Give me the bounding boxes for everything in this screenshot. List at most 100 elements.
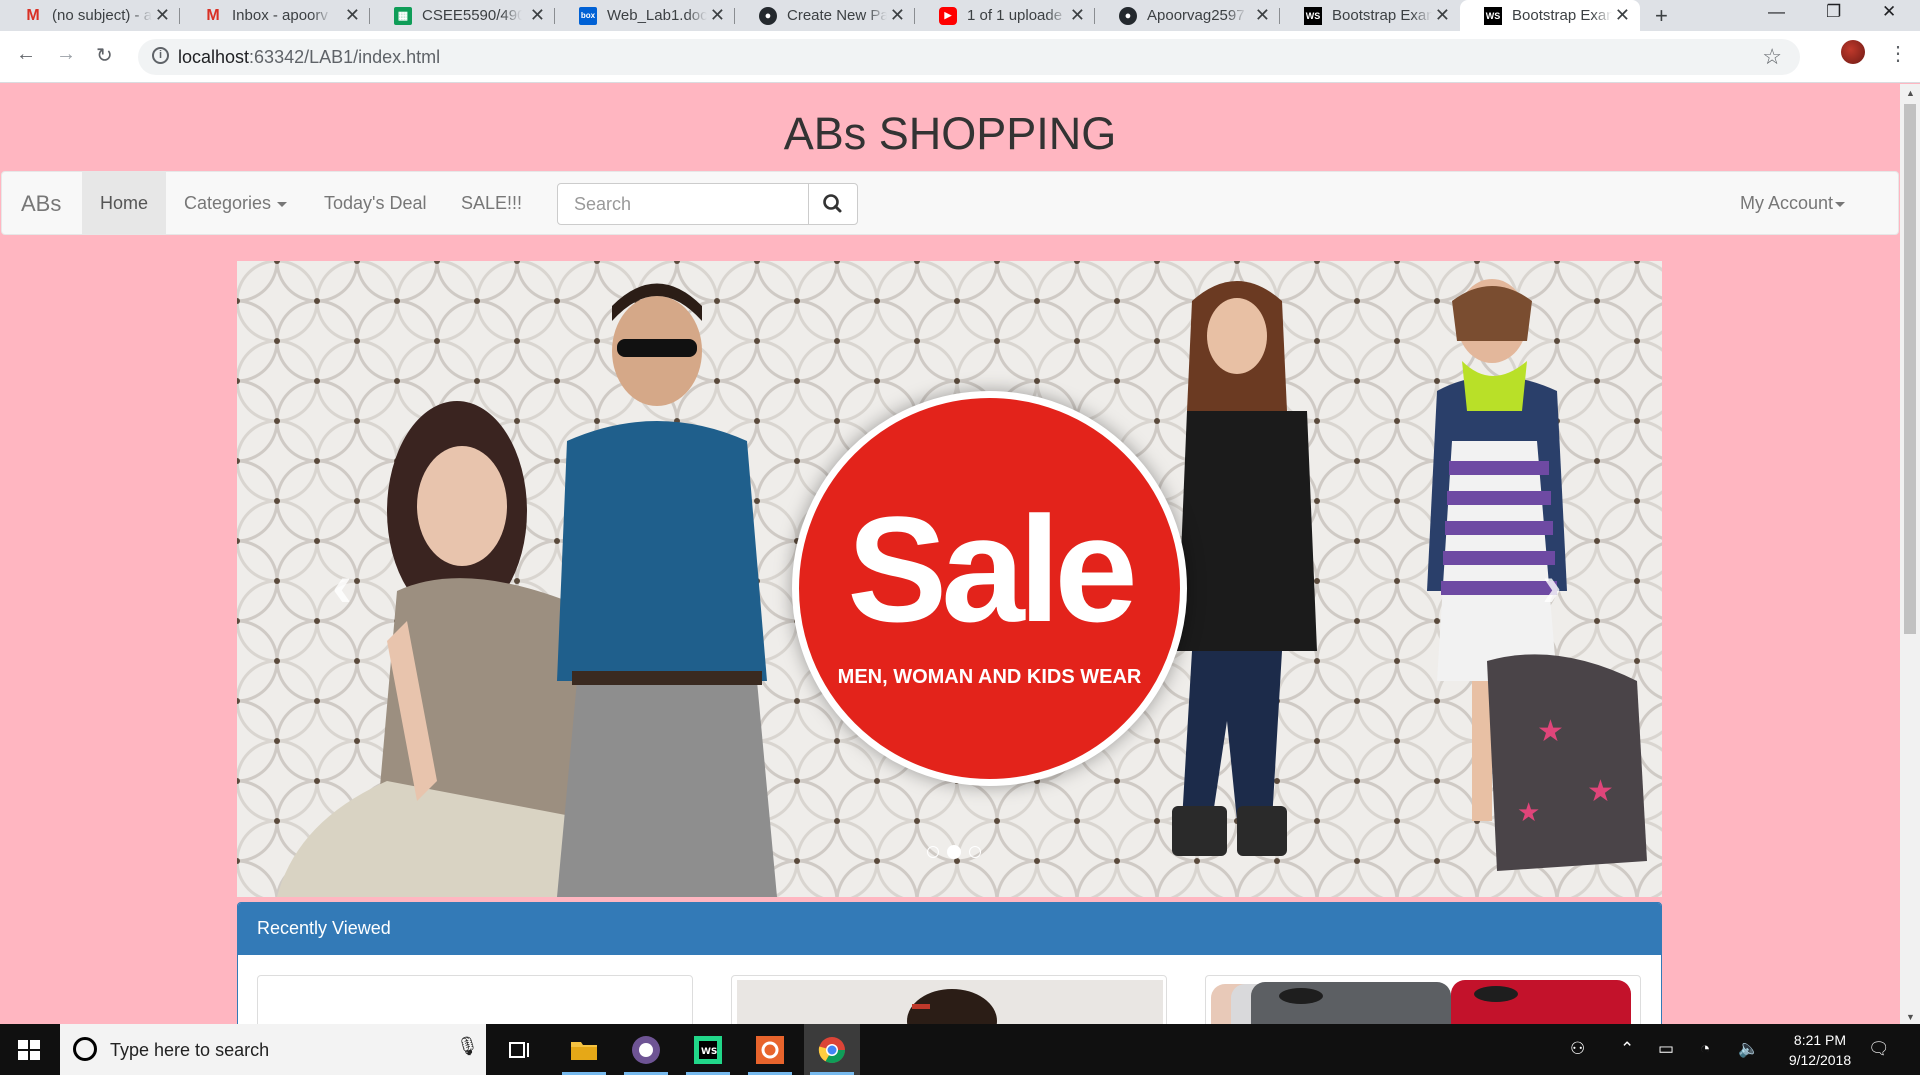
nav-categories-dropdown[interactable]: Categories bbox=[166, 172, 305, 234]
forward-arrow-icon[interactable]: → bbox=[56, 43, 76, 66]
close-icon[interactable]: ✕ bbox=[155, 5, 170, 26]
site-title: ABs SHOPPING bbox=[783, 108, 1117, 159]
panel-heading: Recently Viewed bbox=[238, 903, 1661, 955]
browser-tab[interactable]: ● Create New Pa ✕ bbox=[735, 0, 915, 31]
people-icon[interactable]: ⚇ bbox=[1570, 1039, 1585, 1059]
battery-icon[interactable]: ▭ bbox=[1658, 1039, 1674, 1059]
file-explorer-icon[interactable] bbox=[556, 1024, 612, 1075]
cortana-icon[interactable] bbox=[73, 1037, 97, 1061]
chrome-icon[interactable] bbox=[804, 1024, 860, 1075]
browser-tab[interactable]: ● Apoorvag2597 ✕ bbox=[1095, 0, 1280, 31]
nav-todays-deal-label: Today's Deal bbox=[324, 193, 427, 213]
nav-home[interactable]: Home bbox=[82, 172, 167, 234]
minimize-icon[interactable]: — bbox=[1768, 2, 1785, 22]
carousel-next-icon[interactable]: › bbox=[1542, 551, 1562, 620]
search-icon bbox=[823, 194, 842, 213]
browser-tab-strip: M (no subject) - a ✕ M Inbox - apoorv ✕ … bbox=[0, 0, 1920, 31]
close-icon[interactable]: ✕ bbox=[1255, 5, 1270, 26]
close-icon[interactable]: ✕ bbox=[890, 5, 905, 26]
tab-title: Bootstrap Exan bbox=[1332, 7, 1432, 24]
svg-text:★: ★ bbox=[1537, 714, 1564, 749]
browser-tab[interactable]: WS Bootstrap Exan ✕ bbox=[1280, 0, 1460, 31]
tab-title: Create New Pa bbox=[787, 7, 887, 24]
sale-word: Sale bbox=[847, 485, 1138, 653]
sale-carousel: ★ ★ ★ Sale MEN, WOMAN AND KIDS WEAR ‹ › bbox=[237, 261, 1662, 897]
close-icon[interactable]: ✕ bbox=[345, 5, 360, 26]
tool-app-icon[interactable] bbox=[742, 1024, 798, 1075]
gmail-icon: M bbox=[206, 6, 220, 24]
address-bar[interactable]: i localhost:63342/LAB1/index.html ☆ bbox=[138, 39, 1800, 75]
url-text[interactable]: localhost:63342/LAB1/index.html bbox=[178, 47, 440, 68]
close-icon[interactable]: ✕ bbox=[1615, 5, 1630, 26]
restore-icon[interactable]: ❐ bbox=[1826, 2, 1841, 22]
close-icon[interactable]: ✕ bbox=[530, 5, 545, 26]
task-view-icon[interactable] bbox=[492, 1024, 548, 1075]
caret-down-icon bbox=[277, 201, 288, 207]
tab-title: 1 of 1 uploade bbox=[967, 7, 1063, 24]
kebab-menu-icon[interactable]: ⋮ bbox=[1888, 41, 1908, 66]
product-thumbnail[interactable] bbox=[257, 975, 693, 1024]
webstorm-icon: WS bbox=[1484, 6, 1502, 25]
info-icon[interactable]: i bbox=[152, 47, 169, 64]
taskbar-clock[interactable]: 8:21 PM 9/12/2018 bbox=[1770, 1030, 1870, 1070]
carousel-prev-icon[interactable]: ‹ bbox=[332, 551, 352, 620]
scroll-down-arrow-icon[interactable]: ▼ bbox=[1906, 1012, 1915, 1022]
product-thumbnail[interactable] bbox=[731, 975, 1167, 1024]
search-button[interactable] bbox=[808, 183, 858, 225]
windows-start-icon[interactable] bbox=[18, 1040, 40, 1060]
navbar-brand[interactable]: ABs bbox=[21, 191, 61, 217]
github-icon: ● bbox=[1119, 6, 1137, 25]
site-navbar: ABs Home Categories Today's Deal SALE!!!… bbox=[1, 171, 1899, 235]
taskbar-search-box[interactable]: Type here to search 🎙 bbox=[60, 1024, 486, 1075]
browser-tab[interactable]: M Inbox - apoorv ✕ bbox=[180, 0, 370, 31]
product-image-model bbox=[737, 980, 1163, 1024]
browser-tab[interactable]: M (no subject) - a ✕ bbox=[0, 0, 180, 31]
nav-sale-label: SALE!!! bbox=[461, 193, 523, 213]
close-icon[interactable]: ✕ bbox=[1070, 5, 1085, 26]
nav-todays-deal[interactable]: Today's Deal bbox=[306, 172, 445, 234]
carousel-indicators bbox=[927, 845, 981, 859]
notifications-icon[interactable]: 🗨 bbox=[1868, 1039, 1890, 1059]
sale-subtitle: MEN, WOMAN AND KIDS WEAR bbox=[837, 666, 1142, 688]
recently-viewed-panel: Recently Viewed bbox=[237, 902, 1662, 1024]
browser-tab[interactable]: box Web_Lab1.docx ✕ bbox=[555, 0, 735, 31]
chevron-up-icon[interactable]: ⌃ bbox=[1620, 1039, 1634, 1059]
close-icon[interactable]: ✕ bbox=[710, 5, 725, 26]
carousel-indicator[interactable] bbox=[927, 846, 939, 858]
back-arrow-icon[interactable]: ← bbox=[16, 43, 36, 66]
microphone-icon[interactable]: 🎙 bbox=[456, 1036, 479, 1057]
new-tab-plus-icon[interactable]: + bbox=[1655, 3, 1668, 29]
product-image-phones bbox=[1211, 980, 1631, 1024]
sheets-icon: ▦ bbox=[394, 6, 412, 25]
page-viewport: ABs SHOPPING ABs Home Categories Today's… bbox=[0, 84, 1900, 1024]
search-input[interactable] bbox=[557, 183, 809, 225]
carousel-indicator-active[interactable] bbox=[947, 845, 961, 859]
tab-title: Bootstrap Exan bbox=[1512, 7, 1612, 24]
profile-avatar[interactable] bbox=[1841, 40, 1865, 64]
bookmark-star-icon[interactable]: ☆ bbox=[1762, 44, 1782, 70]
browser-tab[interactable]: ▦ CSEE5590/490 ✕ bbox=[370, 0, 555, 31]
carousel-indicator[interactable] bbox=[969, 846, 981, 858]
page-scrollbar[interactable]: ▲ ▼ bbox=[1900, 84, 1920, 1024]
youtube-icon: ▶ bbox=[939, 6, 957, 25]
nav-categories-label: Categories bbox=[184, 193, 272, 213]
nav-sale[interactable]: SALE!!! bbox=[443, 172, 540, 234]
wifi-icon[interactable]: ◔ bbox=[1700, 1039, 1710, 1059]
browser-tab[interactable]: ▶ 1 of 1 uploade ✕ bbox=[915, 0, 1095, 31]
scroll-up-arrow-icon[interactable]: ▲ bbox=[1906, 88, 1915, 98]
reload-icon[interactable]: ↻ bbox=[96, 43, 113, 68]
product-thumbnail[interactable] bbox=[1205, 975, 1641, 1024]
webstorm-app-icon[interactable]: WS bbox=[680, 1024, 736, 1075]
taskbar-search-text[interactable]: Type here to search bbox=[110, 1040, 269, 1061]
my-account-dropdown[interactable]: My Account bbox=[1740, 172, 1846, 234]
volume-icon[interactable]: 🔈 bbox=[1738, 1039, 1759, 1059]
clock-date: 9/12/2018 bbox=[1788, 1052, 1852, 1068]
close-icon[interactable]: ✕ bbox=[1435, 5, 1450, 26]
github-desktop-icon[interactable] bbox=[618, 1024, 674, 1075]
tab-title: Apoorvag2597 bbox=[1147, 7, 1245, 24]
windows-taskbar: Type here to search 🎙 WS ⚇ ⌃ ▭ ◔ 🔈 8:21 … bbox=[0, 1024, 1920, 1075]
scrollbar-thumb[interactable] bbox=[1904, 104, 1916, 634]
browser-tab-active[interactable]: WS Bootstrap Exan ✕ bbox=[1460, 0, 1640, 31]
panel-title: Recently Viewed bbox=[257, 918, 391, 938]
window-close-icon[interactable]: ✕ bbox=[1882, 2, 1896, 22]
